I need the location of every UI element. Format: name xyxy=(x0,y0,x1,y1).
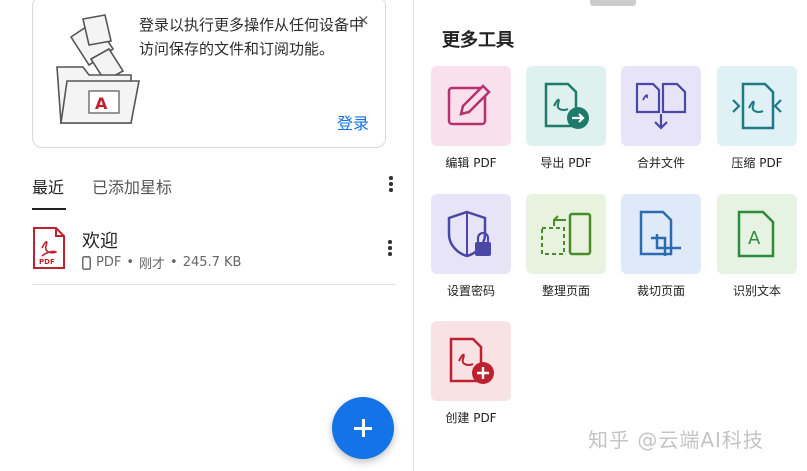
tools-title: 更多工具 xyxy=(442,30,514,51)
file-time: 刚才 xyxy=(139,257,166,272)
login-button[interactable]: 登录 xyxy=(337,110,369,134)
pdf-file-icon: PDF xyxy=(33,227,65,269)
tab-recent[interactable]: 最近 xyxy=(32,174,64,198)
tool-icon-box xyxy=(526,66,606,146)
tool-combine-files[interactable]: 合并文件 xyxy=(621,66,703,178)
close-icon[interactable]: × xyxy=(357,11,370,29)
tool-icon-box xyxy=(621,66,701,146)
file-tabs: 最近 已添加星标 xyxy=(32,174,402,212)
more-options-icon[interactable] xyxy=(380,238,400,258)
meta-separator: • xyxy=(170,255,178,270)
tool-icon-box xyxy=(526,194,606,274)
crop-pages-icon xyxy=(639,210,681,256)
watermark: 知乎 @云端AI科技 xyxy=(588,428,764,452)
tool-label: 裁切页面 xyxy=(636,284,685,298)
tool-recognize-text[interactable]: A 识别文本 xyxy=(717,194,799,306)
tool-export-pdf[interactable]: 导出 PDF xyxy=(526,66,608,178)
tool-icon-box: A xyxy=(717,194,797,274)
meta-separator: • xyxy=(126,255,134,270)
file-meta: PDF • 刚才 • 245.7 KB xyxy=(82,253,241,272)
protect-pdf-icon xyxy=(447,210,491,258)
organize-pages-icon xyxy=(541,212,592,256)
recognize-text-icon: A xyxy=(737,210,775,258)
tool-icon-box xyxy=(431,321,511,401)
file-name: 欢迎 xyxy=(82,231,118,252)
tool-label: 识别文本 xyxy=(732,284,781,298)
phone-icon xyxy=(82,255,91,270)
add-button[interactable] xyxy=(332,397,394,459)
more-options-icon[interactable] xyxy=(381,174,401,194)
svg-text:PDF: PDF xyxy=(39,258,55,266)
file-list-item[interactable]: PDF 欢迎 PDF • 刚才 • 245.7 KB xyxy=(32,222,396,285)
svg-text:A: A xyxy=(748,228,761,249)
create-pdf-icon xyxy=(449,337,494,384)
file-type: PDF xyxy=(96,255,122,270)
export-pdf-icon xyxy=(544,82,589,129)
tool-set-password[interactable]: 设置密码 xyxy=(431,194,513,306)
documents-folder-illustration-icon: A xyxy=(56,14,140,124)
active-tab-indicator xyxy=(32,208,66,210)
svg-text:A: A xyxy=(95,94,108,113)
tool-label: 设置密码 xyxy=(446,284,495,298)
tool-icon-box xyxy=(621,194,701,274)
tool-icon-box xyxy=(431,66,511,146)
tool-label: 压缩 PDF xyxy=(731,156,783,170)
compress-pdf-icon xyxy=(732,82,782,130)
combine-files-icon xyxy=(635,82,687,130)
tool-icon-box xyxy=(717,66,797,146)
promo-message: 登录以执行更多操作从任何设备中访问保存的文件和订阅功能。 xyxy=(139,16,365,58)
tools-panel: 更多工具 编辑 PDF 导出 PDF 合并文件 压缩 PDF 设置密码 整理页面… xyxy=(413,0,807,471)
drag-handle[interactable] xyxy=(590,0,636,6)
tab-starred[interactable]: 已添加星标 xyxy=(92,174,172,198)
tool-label: 导出 PDF xyxy=(540,156,592,170)
tool-edit-pdf[interactable]: 编辑 PDF xyxy=(431,66,513,178)
tool-create-pdf[interactable]: 创建 PDF xyxy=(431,321,513,433)
tool-label: 整理页面 xyxy=(541,284,590,298)
tool-label: 创建 PDF xyxy=(445,411,497,425)
tool-organize-pages[interactable]: 整理页面 xyxy=(526,194,608,306)
tool-compress-pdf[interactable]: 压缩 PDF xyxy=(717,66,799,178)
tool-label: 编辑 PDF xyxy=(445,156,497,170)
left-pane: A 登录以执行更多操作从任何设备中访问保存的文件和订阅功能。 × 登录 最近 已… xyxy=(0,0,413,471)
file-size: 245.7 KB xyxy=(182,255,242,270)
tool-label: 合并文件 xyxy=(636,156,685,170)
tool-crop-pages[interactable]: 裁切页面 xyxy=(621,194,703,306)
tool-icon-box xyxy=(431,194,511,274)
edit-pdf-icon xyxy=(447,84,491,126)
sign-in-promo-card: A 登录以执行更多操作从任何设备中访问保存的文件和订阅功能。 × 登录 xyxy=(32,0,386,148)
